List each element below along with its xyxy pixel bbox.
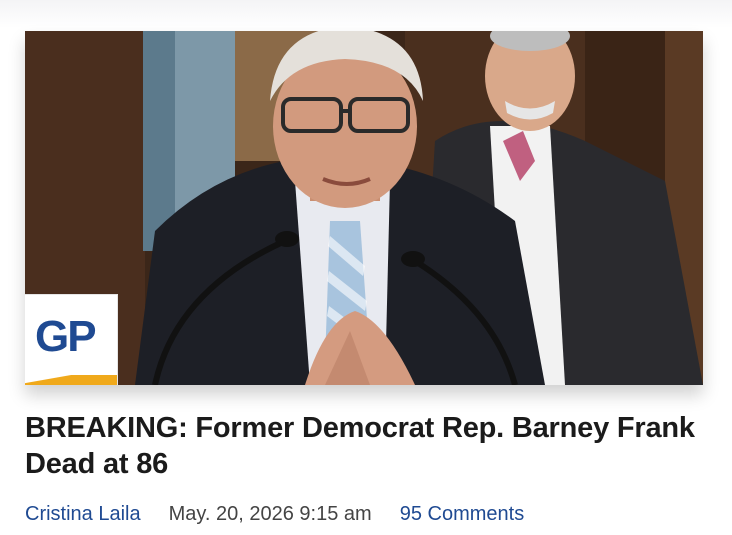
article-hero-image[interactable]: GP [25, 31, 703, 385]
author-link[interactable]: Cristina Laila [25, 503, 141, 526]
hero-photo [25, 31, 703, 385]
gp-logo-stripe [25, 375, 117, 385]
publish-date: May. 20, 2026 9:15 am [168, 502, 372, 525]
gp-logo-text: GP [35, 312, 97, 361]
gp-logo-icon[interactable]: GP [25, 294, 118, 385]
comments-link[interactable]: 95 Comments [400, 503, 525, 526]
article-meta: Cristina Laila May. 20, 2026 9:15 am 95 … [25, 500, 524, 528]
article-card: GP BREAKING: Former Democrat Rep. Barney… [0, 0, 732, 535]
article-headline[interactable]: BREAKING: Former Democrat Rep. Barney Fr… [25, 410, 715, 482]
